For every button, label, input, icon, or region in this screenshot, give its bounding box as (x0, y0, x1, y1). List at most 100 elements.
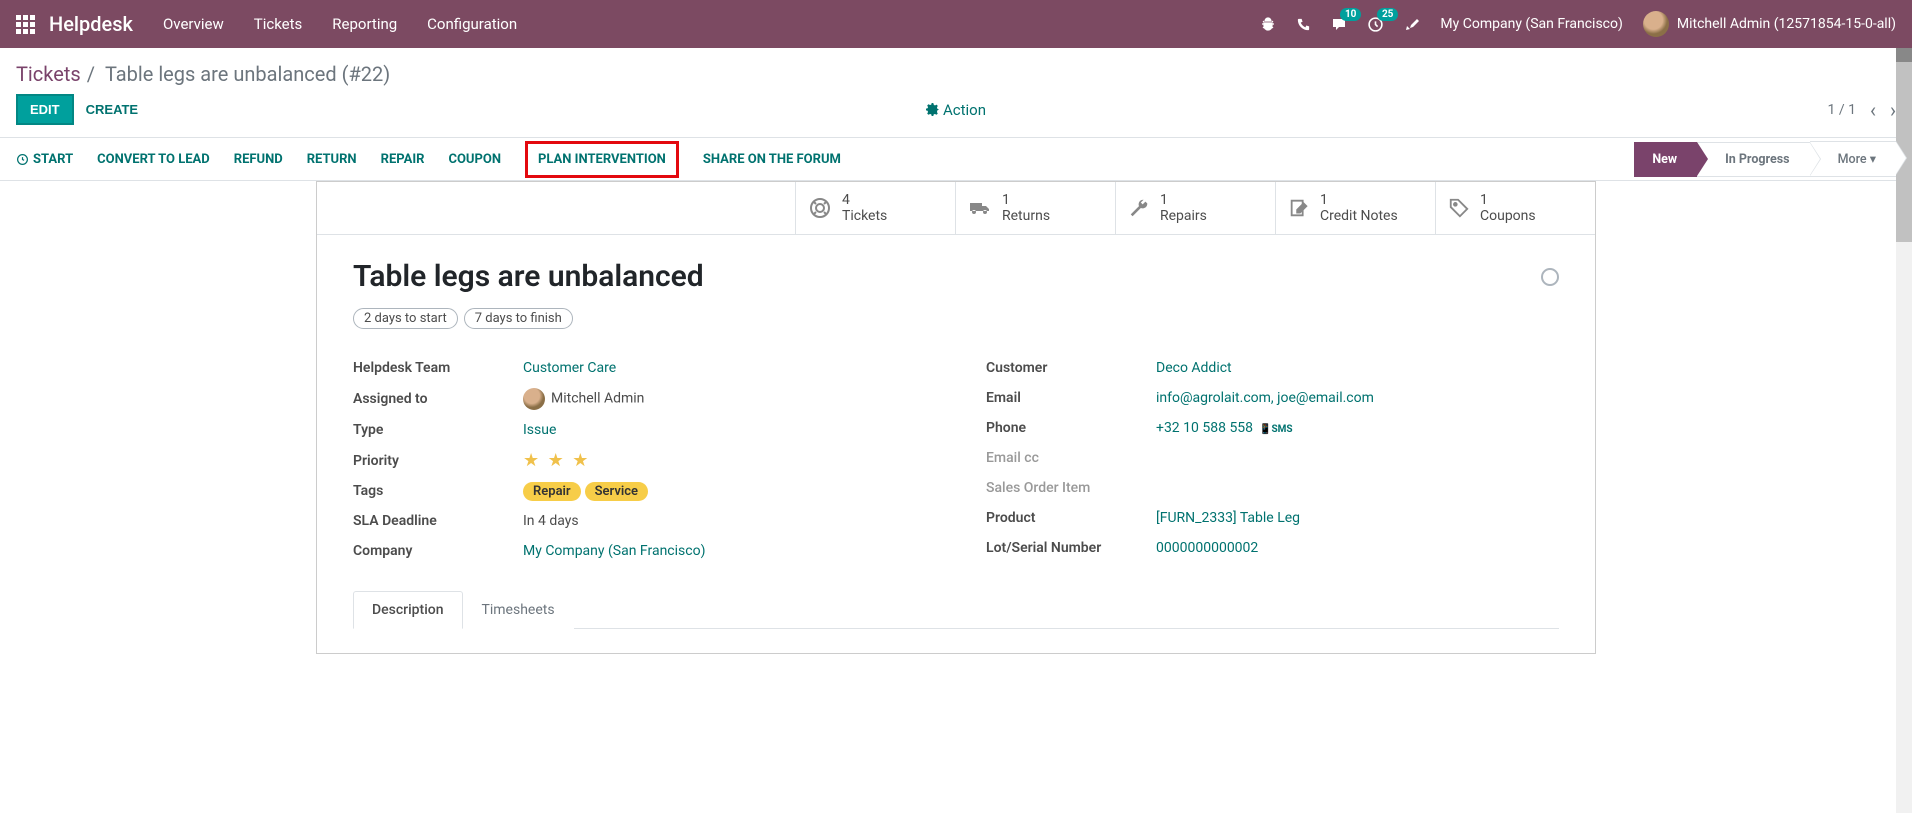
form-body: Table legs are unbalanced 2 days to star… (317, 235, 1595, 653)
status-stages: New In Progress More ▾ (1634, 141, 1896, 177)
tab-timesheets[interactable]: Timesheets (463, 591, 574, 629)
tab-description[interactable]: Description (353, 591, 463, 629)
status-actions: Start Convert to Lead Refund Return Repa… (16, 141, 841, 178)
label-phone: Phone (986, 420, 1156, 436)
nav-tickets[interactable]: Tickets (254, 15, 303, 33)
label-sla: SLA Deadline (353, 513, 523, 529)
gear-icon (926, 103, 939, 116)
user-avatar-icon (1643, 11, 1669, 37)
convert-to-lead-button[interactable]: Convert to Lead (97, 152, 210, 167)
record-title: Table legs are unbalanced (353, 259, 704, 294)
plan-intervention-button[interactable]: Plan Intervention (525, 141, 679, 178)
activities-icon[interactable]: 25 (1367, 16, 1384, 33)
label-company: Company (353, 543, 523, 559)
form-sheet: 4Tickets 1Returns 1Repairs 1Credit Notes… (316, 181, 1596, 654)
breadcrumb-root[interactable]: Tickets (16, 62, 81, 86)
label-emailcc: Email cc (986, 450, 1156, 466)
main-nav: Overview Tickets Reporting Configuration (163, 15, 517, 33)
bug-icon[interactable] (1260, 16, 1276, 32)
app-title[interactable]: Helpdesk (49, 12, 133, 36)
tag-repair[interactable]: Repair (523, 482, 581, 501)
top-navbar: Helpdesk Overview Tickets Reporting Conf… (0, 0, 1912, 48)
create-button[interactable]: Create (86, 102, 138, 117)
priority-stars[interactable]: ★ ★ ★ (523, 450, 926, 471)
refund-button[interactable]: Refund (234, 152, 283, 167)
start-button[interactable]: Start (16, 152, 73, 167)
label-product: Product (986, 510, 1156, 526)
coupon-button[interactable]: Coupon (448, 152, 501, 167)
caret-down-icon: ▾ (1870, 152, 1876, 167)
label-type: Type (353, 422, 523, 438)
action-label: Action (943, 101, 986, 119)
label-team: Helpdesk Team (353, 360, 523, 376)
value-company[interactable]: My Company (San Francisco) (523, 543, 705, 559)
return-button[interactable]: Return (307, 152, 357, 167)
field-columns: Helpdesk TeamCustomer Care Assigned to Mi… (353, 353, 1559, 566)
right-column: CustomerDeco Addict Emailinfo@agrolait.c… (986, 353, 1559, 566)
value-email[interactable]: info@agrolait.com, joe@email.com (1156, 390, 1374, 406)
smart-returns[interactable]: 1Returns (955, 182, 1115, 234)
value-customer[interactable]: Deco Addict (1156, 360, 1232, 376)
user-menu[interactable]: Mitchell Admin (12571854-15-0-all) (1643, 11, 1896, 37)
apps-icon[interactable] (16, 15, 35, 34)
pill-start: 2 days to start (353, 308, 458, 329)
sla-pills: 2 days to start 7 days to finish (353, 308, 1559, 329)
assignee-avatar-icon (523, 388, 545, 410)
label-lot: Lot/Serial Number (986, 540, 1156, 556)
smart-repairs[interactable]: 1Repairs (1115, 182, 1275, 234)
label-tags: Tags (353, 483, 523, 499)
smart-credit-notes[interactable]: 1Credit Notes (1275, 182, 1435, 234)
pager-prev-icon[interactable]: ‹ (1870, 98, 1876, 122)
edit-note-icon (1288, 197, 1310, 219)
value-phone[interactable]: +32 10 588 558 (1156, 420, 1253, 436)
value-team[interactable]: Customer Care (523, 360, 616, 376)
label-assigned: Assigned to (353, 391, 523, 407)
messages-icon[interactable]: 10 (1331, 16, 1347, 32)
phone-icon[interactable] (1296, 17, 1311, 32)
wrench-icon (1128, 197, 1150, 219)
company-selector[interactable]: My Company (San Francisco) (1440, 16, 1622, 32)
label-priority: Priority (353, 453, 523, 469)
smart-button-row: 4Tickets 1Returns 1Repairs 1Credit Notes… (317, 182, 1595, 235)
status-bar: Start Convert to Lead Refund Return Repa… (0, 138, 1912, 180)
label-email: Email (986, 390, 1156, 406)
breadcrumb-current: Table legs are unbalanced (#22) (105, 62, 390, 86)
stage-new[interactable]: New (1634, 142, 1697, 177)
pager-text: 1 / 1 (1828, 102, 1856, 118)
stage-more[interactable]: More ▾ (1810, 141, 1896, 177)
pill-finish: 7 days to finish (464, 308, 573, 329)
sms-button[interactable]: 📱SMS (1259, 424, 1293, 435)
tag-icon (1448, 197, 1470, 219)
nav-reporting[interactable]: Reporting (332, 15, 397, 33)
stage-in-progress[interactable]: In Progress (1697, 142, 1809, 177)
nav-configuration[interactable]: Configuration (427, 15, 517, 33)
value-assigned[interactable]: Mitchell Admin (551, 391, 644, 407)
control-bar: Edit Create Action 1 / 1 ‹ › (0, 94, 1912, 137)
activities-badge: 25 (1377, 8, 1398, 21)
tag-service[interactable]: Service (585, 482, 648, 501)
messages-badge: 10 (1340, 8, 1361, 21)
clock-icon (16, 153, 29, 166)
smart-tickets[interactable]: 4Tickets (795, 182, 955, 234)
nav-overview[interactable]: Overview (163, 15, 224, 33)
left-column: Helpdesk TeamCustomer Care Assigned to Mi… (353, 353, 926, 566)
repair-button[interactable]: Repair (381, 152, 425, 167)
value-product[interactable]: [FURN_2333] Table Leg (1156, 510, 1300, 526)
label-so: Sales Order Item (986, 480, 1156, 496)
lifebuoy-icon (808, 196, 832, 220)
user-name: Mitchell Admin (12571854-15-0-all) (1677, 16, 1896, 32)
tab-bar: Description Timesheets (353, 590, 1559, 629)
value-lot[interactable]: 0000000000002 (1156, 540, 1258, 556)
priority-circle-icon[interactable] (1541, 268, 1559, 286)
share-forum-button[interactable]: Share on the Forum (703, 152, 841, 167)
label-customer: Customer (986, 360, 1156, 376)
breadcrumb: Tickets / Table legs are unbalanced (#22… (0, 48, 1912, 94)
action-dropdown[interactable]: Action (926, 101, 986, 119)
scroll-up-icon[interactable] (1896, 48, 1912, 62)
smart-coupons[interactable]: 1Coupons (1435, 182, 1595, 234)
edit-button[interactable]: Edit (16, 94, 74, 125)
value-type[interactable]: Issue (523, 422, 556, 438)
tools-icon[interactable] (1404, 16, 1420, 32)
breadcrumb-sep: / (87, 62, 95, 86)
top-right: 10 25 My Company (San Francisco) Mitchel… (1260, 11, 1896, 37)
